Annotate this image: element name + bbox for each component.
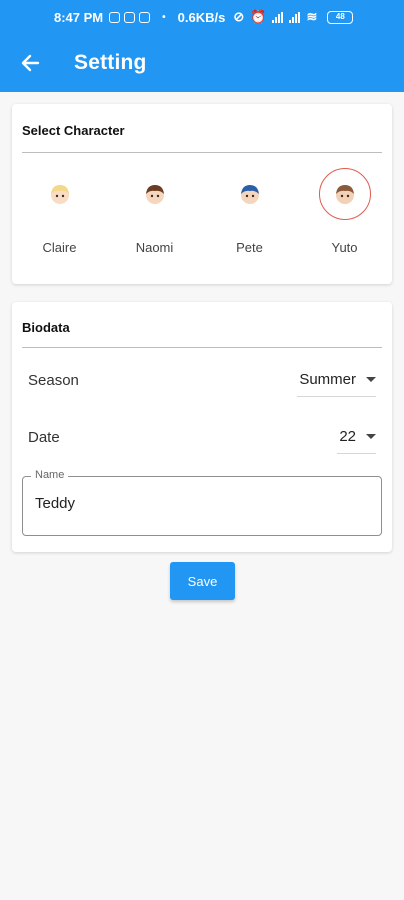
date-row: Date 22 (28, 419, 376, 455)
avatar (318, 168, 371, 220)
status-time: 8:47 PM (54, 9, 104, 25)
signal-icon (272, 11, 284, 23)
character-list: Claire Naomi Pete Yuto (12, 168, 392, 278)
wifi-off-icon: ⊘ (233, 9, 245, 24)
save-button[interactable]: Save (170, 562, 235, 600)
avatar (34, 168, 86, 220)
date-label: Date (28, 428, 60, 446)
page-title: Setting (74, 51, 147, 74)
arrow-left-icon (21, 54, 40, 72)
character-option-claire[interactable]: Claire (20, 168, 100, 278)
dropdown-arrow-icon (366, 434, 376, 439)
season-row: Season Summer (28, 362, 376, 398)
notification-icon (109, 11, 121, 23)
character-name: Yuto (331, 240, 358, 255)
divider (22, 152, 382, 153)
character-face-icon (240, 185, 259, 204)
character-option-yuto[interactable]: Yuto (305, 168, 385, 278)
date-value: 22 (339, 428, 356, 445)
biodata-card: Biodata Season Summer Date 22 Name (12, 302, 392, 552)
date-dropdown[interactable]: 22 (337, 420, 376, 454)
wifi-icon: ≋ (306, 9, 318, 24)
character-name: Naomi (135, 240, 174, 255)
name-field-label: Name (31, 469, 69, 481)
select-character-card: Select Character Claire Naomi Pete Yuto (12, 104, 392, 284)
app-header: 8:47 PM • 0.6KB/s ⊘ ⏰ ≋ 48 Setting (0, 0, 404, 92)
notification-icons (109, 11, 151, 23)
season-label: Season (28, 371, 79, 389)
season-dropdown[interactable]: Summer (297, 363, 376, 397)
select-character-title: Select Character (22, 123, 125, 138)
character-face-icon (50, 185, 69, 204)
season-value: Summer (299, 371, 356, 388)
status-bar: 8:47 PM • 0.6KB/s ⊘ ⏰ ≋ 48 (0, 0, 404, 34)
character-name: Pete (236, 240, 263, 255)
back-button[interactable] (0, 34, 60, 92)
avatar (224, 168, 276, 220)
network-speed: 0.6KB/s (177, 9, 226, 25)
separator-dot-icon: • (162, 11, 166, 23)
avatar (129, 168, 181, 220)
character-face-icon (145, 185, 164, 204)
instagram-icon (139, 11, 151, 23)
signal-icon (289, 11, 301, 23)
character-option-naomi[interactable]: Naomi (115, 168, 195, 278)
divider (22, 347, 382, 348)
app-bar: Setting (0, 34, 404, 92)
character-option-pete[interactable]: Pete (210, 168, 290, 278)
character-name: Claire (42, 240, 77, 255)
dropdown-arrow-icon (366, 377, 376, 382)
alarm-icon: ⏰ (250, 9, 267, 24)
name-field: Name (22, 469, 382, 536)
name-input[interactable] (35, 495, 365, 512)
notification-icon (124, 11, 136, 23)
battery-icon: 48 (327, 10, 354, 24)
character-face-icon (335, 185, 354, 204)
biodata-title: Biodata (22, 320, 70, 335)
